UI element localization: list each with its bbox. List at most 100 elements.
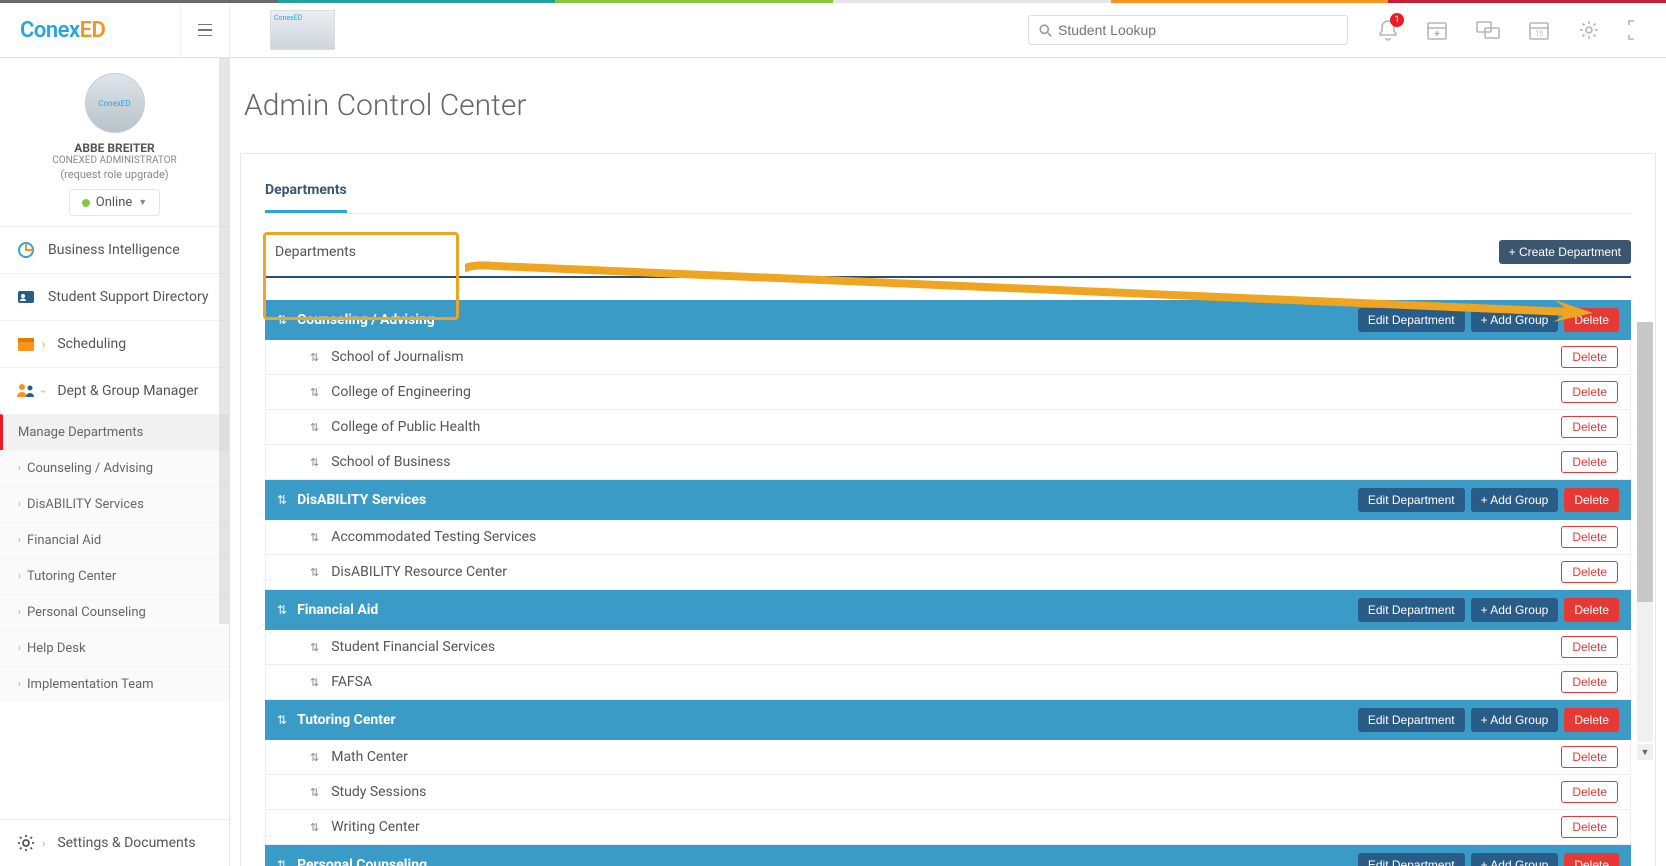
edit-department-button[interactable]: Edit Department (1358, 308, 1465, 332)
group-row[interactable]: ⇅College of Public HealthDelete (265, 410, 1631, 445)
student-lookup-search[interactable] (1028, 15, 1348, 45)
status-dropdown[interactable]: Online ▼ (69, 189, 160, 216)
nav-business-intelligence[interactable]: Business Intelligence (0, 226, 229, 273)
department-row[interactable]: ⇅ Personal Counseling Edit Department + Add… (265, 845, 1631, 866)
sort-handle-icon[interactable]: ⇅ (310, 456, 319, 469)
delete-group-button[interactable]: Delete (1561, 346, 1618, 368)
delete-group-button[interactable]: Delete (1561, 816, 1618, 838)
delete-group-button[interactable]: Delete (1561, 451, 1618, 473)
org-logo-thumb[interactable]: ConexED (270, 10, 335, 50)
chevron-right-icon: › (18, 535, 21, 546)
add-group-button[interactable]: + Add Group (1471, 708, 1559, 732)
subnav-item[interactable]: ›Implementation Team (0, 666, 229, 702)
group-row[interactable]: ⇅FAFSADelete (265, 665, 1631, 700)
chevron-right-icon: › (42, 338, 45, 351)
sort-handle-icon[interactable]: ⇅ (310, 641, 319, 654)
sort-handle-icon[interactable]: ⇅ (310, 386, 319, 399)
edit-department-button[interactable]: Edit Department (1358, 853, 1465, 866)
sidebar-toggle[interactable] (180, 3, 230, 58)
group-name: College of Engineering (331, 384, 471, 400)
sidebar-scrollbar[interactable] (219, 58, 229, 624)
delete-department-button[interactable]: Delete (1564, 598, 1619, 622)
sort-handle-icon[interactable]: ⇅ (310, 821, 319, 834)
add-group-button[interactable]: + Add Group (1471, 308, 1559, 332)
delete-department-button[interactable]: Delete (1564, 708, 1619, 732)
settings-gear-icon[interactable] (1578, 19, 1600, 41)
chevron-right-icon: › (18, 643, 21, 654)
tabs-bar: Departments (265, 174, 1631, 214)
delete-group-button[interactable]: Delete (1561, 381, 1618, 403)
edit-department-button[interactable]: Edit Department (1358, 708, 1465, 732)
subnav-item[interactable]: ›Counseling / Advising (0, 450, 229, 486)
subnav-item[interactable]: ›Help Desk (0, 630, 229, 666)
delete-group-button[interactable]: Delete (1561, 416, 1618, 438)
sort-handle-icon[interactable]: ⇅ (310, 566, 319, 579)
add-group-button[interactable]: + Add Group (1471, 853, 1559, 866)
delete-group-button[interactable]: Delete (1561, 671, 1618, 693)
role-upgrade-link[interactable]: (request role upgrade) (10, 168, 219, 181)
department-row[interactable]: ⇅Tutoring CenterEdit Department+ Add Gro… (265, 700, 1631, 740)
delete-department-button[interactable]: Delete (1564, 488, 1619, 512)
nav-dept-group-manager[interactable]: › Dept & Group Manager (0, 367, 229, 414)
brand-logo[interactable]: ConexED (0, 18, 180, 43)
sort-handle-icon[interactable]: ⇅ (277, 313, 287, 327)
calendar-date-icon[interactable]: 15 (1528, 19, 1550, 41)
nav-scheduling[interactable]: › Scheduling (0, 320, 229, 367)
department-name: Personal Counseling (297, 857, 427, 866)
department-row[interactable]: ⇅Financial AidEdit Department+ Add Group… (265, 590, 1631, 630)
delete-group-button[interactable]: Delete (1561, 561, 1618, 583)
edit-department-button[interactable]: Edit Department (1358, 488, 1465, 512)
group-row[interactable]: ⇅DisABILITY Resource CenterDelete (265, 555, 1631, 590)
delete-department-button[interactable]: Delete (1564, 308, 1619, 332)
scrollbar-down-icon[interactable]: ▼ (1637, 744, 1653, 760)
subnav-item[interactable]: ›Personal Counseling (0, 594, 229, 630)
department-row[interactable]: ⇅DisABILITY ServicesEdit Department+ Add… (265, 480, 1631, 520)
sort-handle-icon[interactable]: ⇅ (310, 421, 319, 434)
messages-icon[interactable] (1476, 19, 1500, 41)
create-department-button[interactable]: + Create Department (1499, 240, 1631, 264)
subnav-item[interactable]: ›DisABILITY Services (0, 486, 229, 522)
sort-handle-icon[interactable]: ⇅ (310, 786, 319, 799)
list-scrollbar[interactable]: ▼ (1637, 322, 1653, 742)
sort-handle-icon[interactable]: ⇅ (277, 713, 287, 727)
nav-settings-documents[interactable]: › Settings & Documents (0, 819, 229, 866)
subnav-manage-departments[interactable]: Manage Departments (0, 414, 229, 450)
group-row[interactable]: ⇅Student Financial ServicesDelete (265, 630, 1631, 665)
delete-group-button[interactable]: Delete (1561, 636, 1618, 658)
calendar-plus-icon[interactable] (1426, 19, 1448, 41)
departments-card: Departments Departments + Create Departm… (240, 153, 1656, 866)
notifications-icon[interactable]: 1 (1378, 19, 1398, 41)
group-row[interactable]: ⇅Writing CenterDelete (265, 810, 1631, 845)
add-group-button[interactable]: + Add Group (1471, 488, 1559, 512)
search-input[interactable] (1058, 22, 1337, 38)
subnav-item[interactable]: ›Financial Aid (0, 522, 229, 558)
delete-department-button[interactable]: Delete (1564, 853, 1619, 866)
sort-handle-icon[interactable]: ⇅ (277, 493, 287, 507)
top-accent-stripe (0, 0, 1666, 3)
group-row[interactable]: ⇅Accommodated Testing ServicesDelete (265, 520, 1631, 555)
department-row[interactable]: ⇅Counseling / AdvisingEdit Department+ A… (265, 300, 1631, 340)
group-row[interactable]: ⇅Study SessionsDelete (265, 775, 1631, 810)
group-row[interactable]: ⇅School of BusinessDelete (265, 445, 1631, 480)
group-row[interactable]: ⇅Math CenterDelete (265, 740, 1631, 775)
avatar[interactable]: ConexED (85, 73, 145, 133)
group-row[interactable]: ⇅ College of Engineering Delete (265, 375, 1631, 410)
sort-handle-icon[interactable]: ⇅ (310, 531, 319, 544)
delete-group-button[interactable]: Delete (1561, 746, 1618, 768)
sort-handle-icon[interactable]: ⇅ (310, 751, 319, 764)
sort-handle-icon[interactable]: ⇅ (310, 351, 319, 364)
sidebar: ConexED ABBE BREITER CONEXED ADMINISTRAT… (0, 58, 230, 866)
delete-group-button[interactable]: Delete (1561, 526, 1618, 548)
sort-handle-icon[interactable]: ⇅ (310, 676, 319, 689)
nav-student-directory[interactable]: Student Support Directory (0, 273, 229, 320)
sort-handle-icon[interactable]: ⇅ (277, 603, 287, 617)
subnav-item[interactable]: ›Tutoring Center (0, 558, 229, 594)
add-group-button[interactable]: + Add Group (1471, 598, 1559, 622)
sort-handle-icon[interactable]: ⇅ (277, 858, 287, 866)
gear-icon (16, 834, 36, 852)
tab-departments[interactable]: Departments (265, 174, 347, 213)
delete-group-button[interactable]: Delete (1561, 781, 1618, 803)
expand-icon[interactable] (1628, 19, 1646, 41)
group-row[interactable]: ⇅School of JournalismDelete (265, 340, 1631, 375)
edit-department-button[interactable]: Edit Department (1358, 598, 1465, 622)
